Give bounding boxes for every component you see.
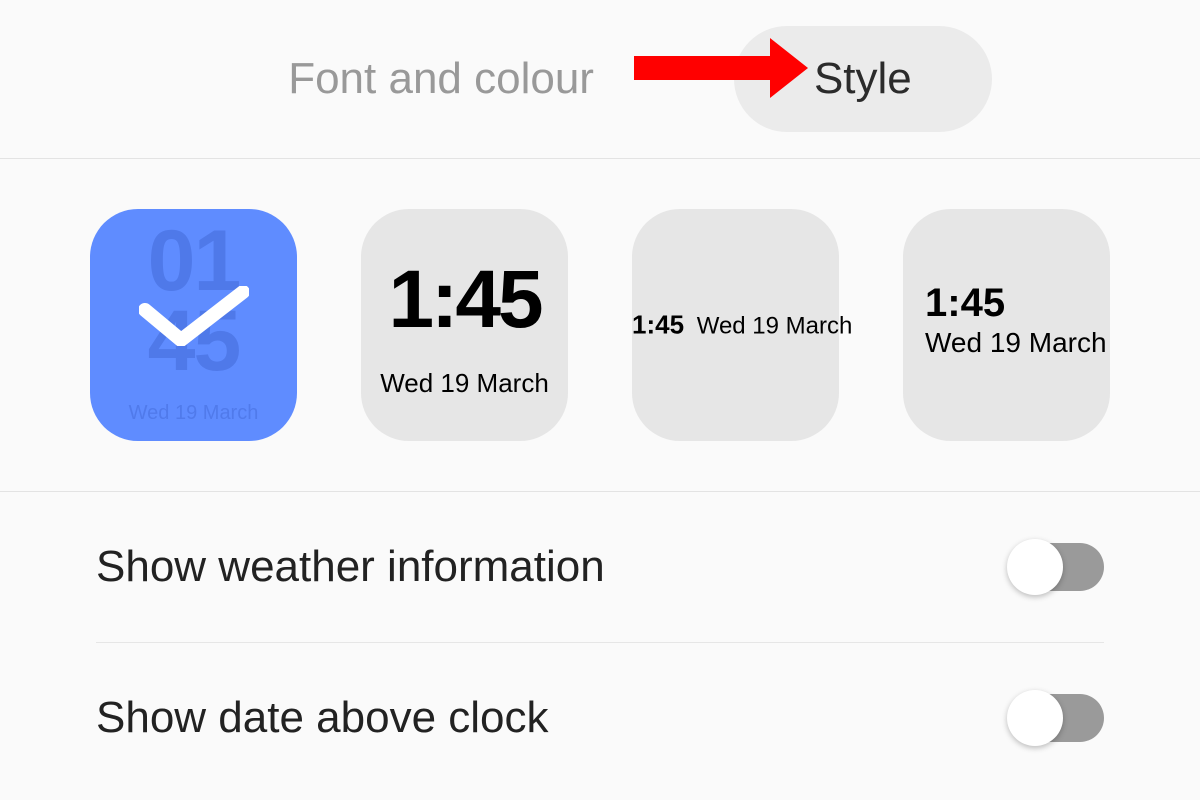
row-label: Show date above clock	[96, 693, 549, 743]
sample-date: Wed 19 March	[361, 368, 568, 399]
tab-bar: Font and colour Style	[0, 0, 1200, 158]
sample-date: Wed 19 March	[90, 402, 297, 425]
clock-style-3[interactable]: 1:45 Wed 19 March	[632, 209, 839, 441]
tab-font-colour[interactable]: Font and colour	[208, 26, 674, 132]
toggle-show-weather[interactable]	[1008, 543, 1104, 591]
clock-style-1[interactable]: 01 45 Wed 19 March	[90, 209, 297, 441]
sample-time: 1:45	[632, 310, 684, 340]
sample-time: 1:45	[925, 281, 1005, 326]
style-gallery: 01 45 Wed 19 March 1:45 Wed 19 March 1:4…	[0, 159, 1200, 491]
clock-style-2[interactable]: 1:45 Wed 19 March	[361, 209, 568, 441]
toggle-show-date-above[interactable]	[1008, 694, 1104, 742]
row-show-weather[interactable]: Show weather information	[96, 492, 1104, 642]
row-show-date-above[interactable]: Show date above clock	[96, 642, 1104, 792]
checkmark-icon	[139, 286, 249, 346]
sample-date: Wed 19 March	[925, 327, 1107, 359]
settings-list: Show weather information Show date above…	[0, 492, 1200, 792]
sample-date: Wed 19 March	[697, 313, 853, 340]
sample-line: 1:45 Wed 19 March	[632, 310, 839, 341]
sample-time: 1:45	[361, 253, 568, 347]
tab-style[interactable]: Style	[734, 26, 992, 132]
row-label: Show weather information	[96, 542, 605, 592]
clock-style-4[interactable]: 1:45 Wed 19 March	[903, 209, 1110, 441]
